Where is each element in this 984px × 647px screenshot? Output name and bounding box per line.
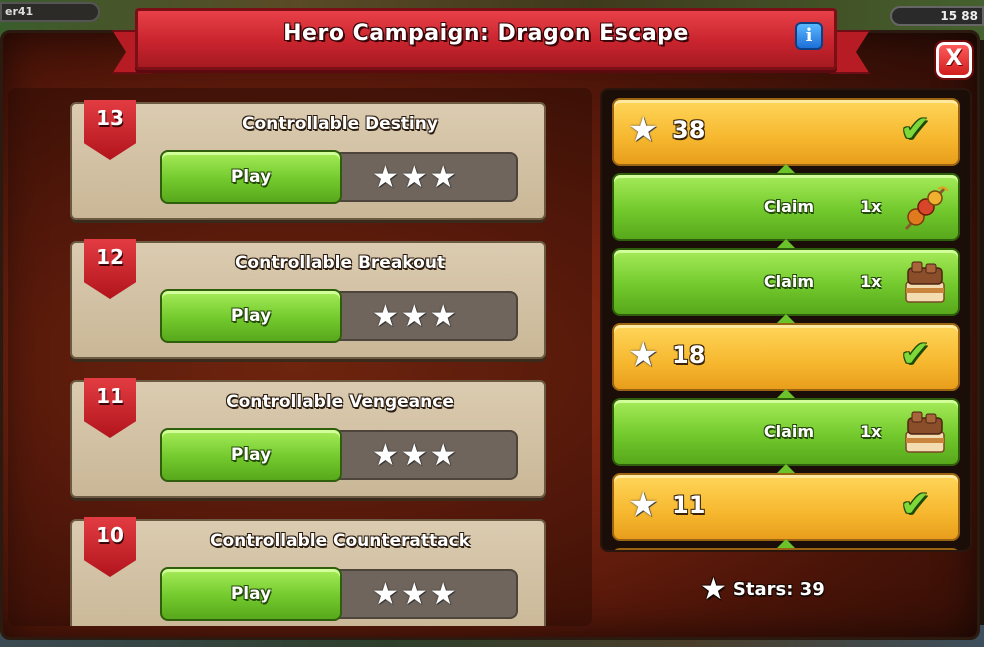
level-card: 13 Controllable Destiny Play ★★★: [70, 100, 546, 220]
close-button[interactable]: X: [934, 40, 974, 80]
level-number-badge: 12: [84, 239, 136, 299]
level-name: Controllable Vengeance: [226, 392, 454, 412]
checkmark-icon: ✔: [900, 109, 931, 150]
stars-total: ★ Stars: 39: [700, 572, 900, 608]
star-milestone-row: ★ 18 ✔: [612, 323, 960, 391]
star-icon: ★: [628, 485, 659, 525]
claim-reward-button[interactable]: Claim 1x: [612, 248, 960, 316]
play-button[interactable]: Play: [160, 567, 342, 621]
star-milestone-row: ★ 38 ✔: [612, 98, 960, 166]
star-milestone-row-partial: [612, 548, 960, 550]
milestone-star-count: 11: [672, 491, 706, 519]
reward-quantity: 1x: [860, 197, 882, 216]
checkmark-icon: ✔: [900, 334, 931, 375]
star-icon: ★: [628, 335, 659, 375]
reward-track[interactable]: ★ 38 ✔ Claim 1x Claim 1x ★ 18 ✔ Claim 1x…: [600, 88, 972, 552]
player-name-chip: er41: [0, 2, 100, 22]
level-number-badge: 11: [84, 378, 136, 438]
star-milestone-row: ★ 11 ✔: [612, 473, 960, 541]
skewer-reward-icon: [904, 186, 949, 231]
claim-reward-button[interactable]: Claim 1x: [612, 398, 960, 466]
level-number-badge: 10: [84, 517, 136, 577]
level-name: Controllable Destiny: [242, 114, 438, 134]
level-card: 10 Controllable Counterattack Play ★★★: [70, 517, 546, 626]
checkmark-icon: ✔: [900, 484, 931, 525]
stars-total-label: Stars: 39: [732, 579, 825, 600]
level-stars-icon: ★★★: [372, 299, 459, 334]
milestone-star-count: 38: [672, 116, 706, 144]
play-button[interactable]: Play: [160, 428, 342, 482]
claim-label: Claim: [763, 422, 815, 441]
milestone-star-count: 18: [672, 341, 706, 369]
level-number-badge: 13: [84, 100, 136, 160]
level-name: Controllable Breakout: [234, 253, 446, 273]
claim-reward-button[interactable]: Claim 1x: [612, 173, 960, 241]
page-title: Hero Campaign: Dragon Escape: [283, 21, 689, 46]
claim-label: Claim: [763, 197, 815, 216]
level-stars-icon: ★★★: [372, 438, 459, 473]
info-button[interactable]: i: [795, 22, 823, 50]
play-button[interactable]: Play: [160, 289, 342, 343]
level-card: 11 Controllable Vengeance Play ★★★: [70, 378, 546, 498]
cake-reward-icon: [905, 411, 945, 453]
level-stars-icon: ★★★: [372, 160, 459, 195]
star-icon: ★: [628, 110, 659, 150]
level-card: 12 Controllable Breakout Play ★★★: [70, 239, 546, 359]
level-list[interactable]: 13 Controllable Destiny Play ★★★ 12 Cont…: [8, 88, 592, 626]
resource-counter: 15 88: [890, 6, 984, 26]
star-icon: ★: [700, 572, 727, 607]
cake-reward-icon: [905, 261, 945, 303]
play-button[interactable]: Play: [160, 150, 342, 204]
claim-label: Claim: [763, 272, 815, 291]
reward-quantity: 1x: [860, 272, 882, 291]
level-name: Controllable Counterattack: [210, 531, 470, 551]
level-stars-icon: ★★★: [372, 577, 459, 612]
reward-quantity: 1x: [860, 422, 882, 441]
